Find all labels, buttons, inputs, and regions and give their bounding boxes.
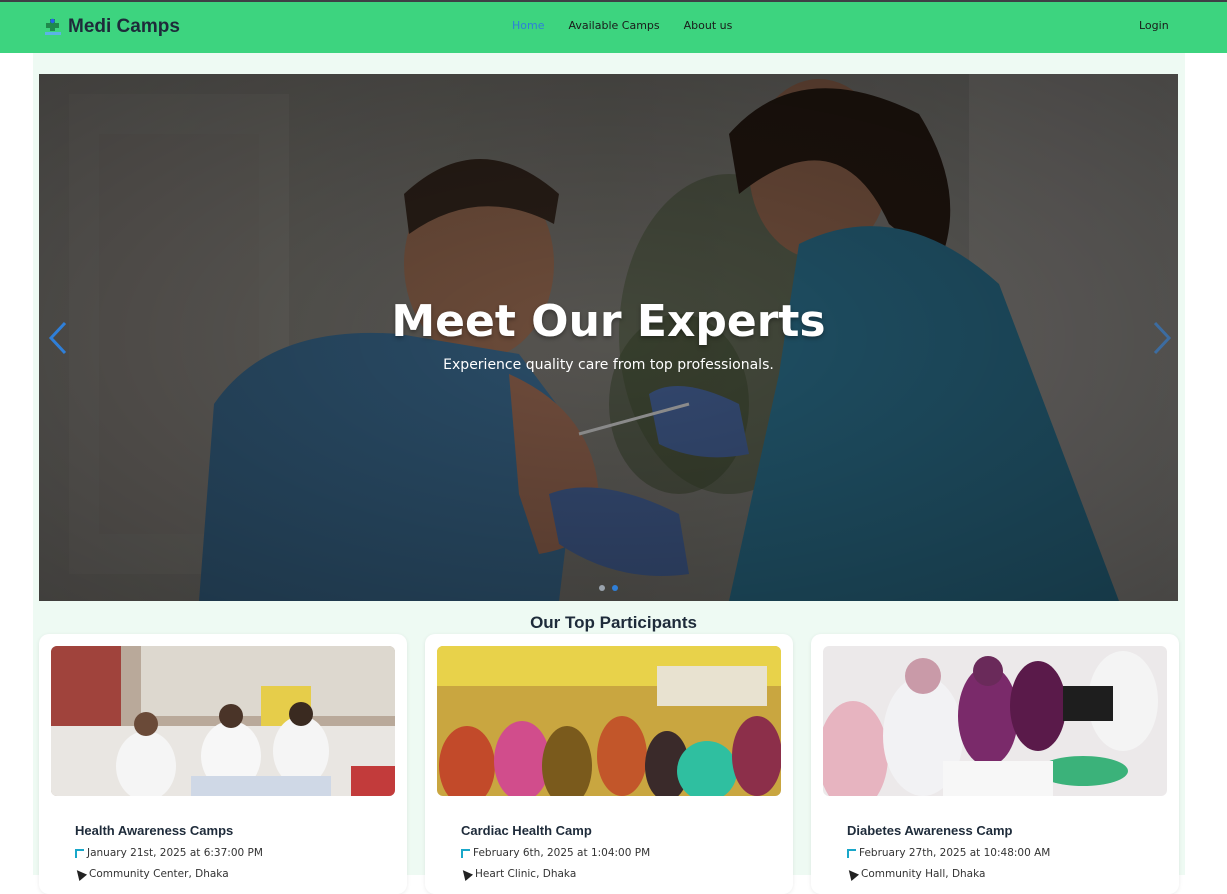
location-icon <box>72 866 88 882</box>
camp-date-text: February 6th, 2025 at 1:04:00 PM <box>473 847 651 859</box>
camp-image <box>823 646 1167 796</box>
camp-card[interactable]: Cardiac Health Camp February 6th, 2025 a… <box>425 634 793 894</box>
camp-image <box>437 646 781 796</box>
camp-location: Community Center, Dhaka <box>72 866 229 882</box>
nav-link-about-us[interactable]: About us <box>684 19 733 32</box>
camp-image <box>51 646 395 796</box>
hero-subtitle: Experience quality care from top profess… <box>443 357 774 373</box>
camp-location: Community Hall, Dhaka <box>844 866 986 882</box>
nav-links: Home Available Camps About us <box>512 19 732 32</box>
calendar-icon <box>847 848 856 858</box>
carousel-dot-2[interactable] <box>612 585 618 591</box>
brand-name: Medi Camps <box>68 16 180 37</box>
camp-title: Health Awareness Camps <box>75 823 234 838</box>
camp-location-text: Heart Clinic, Dhaka <box>475 868 577 880</box>
nav-link-home[interactable]: Home <box>512 19 544 32</box>
calendar-icon <box>461 848 470 858</box>
login-link[interactable]: Login <box>1139 19 1169 32</box>
camp-location: Heart Clinic, Dhaka <box>458 866 577 882</box>
navbar: Medi Camps Home Available Camps About us… <box>0 2 1227 53</box>
location-icon <box>458 866 474 882</box>
camp-date: February 6th, 2025 at 1:04:00 PM <box>461 847 650 859</box>
section-title: Our Top Participants <box>530 613 697 632</box>
camp-card[interactable]: Health Awareness Camps January 21st, 202… <box>39 634 407 894</box>
carousel-dot-1[interactable] <box>599 585 605 591</box>
hero-carousel: Meet Our Experts Experience quality care… <box>39 74 1178 601</box>
location-icon <box>844 866 860 882</box>
camp-date: February 27th, 2025 at 10:48:00 AM <box>847 847 1050 859</box>
hero-title: Meet Our Experts <box>391 296 826 347</box>
nav-link-available-camps[interactable]: Available Camps <box>568 19 659 32</box>
medical-logo-icon <box>44 17 62 37</box>
chevron-right-icon[interactable] <box>1149 320 1175 356</box>
camp-card[interactable]: Diabetes Awareness Camp February 27th, 2… <box>811 634 1179 894</box>
chevron-left-icon[interactable] <box>45 320 71 356</box>
camp-title: Diabetes Awareness Camp <box>847 823 1013 838</box>
camp-date-text: February 27th, 2025 at 10:48:00 AM <box>859 847 1051 859</box>
calendar-icon <box>75 848 84 858</box>
camp-date-text: January 21st, 2025 at 6:37:00 PM <box>87 847 263 859</box>
camp-date: January 21st, 2025 at 6:37:00 PM <box>75 847 263 859</box>
camp-title: Cardiac Health Camp <box>461 823 592 838</box>
brand[interactable]: Medi Camps <box>44 16 180 38</box>
camp-location-text: Community Hall, Dhaka <box>861 868 986 880</box>
camp-location-text: Community Center, Dhaka <box>89 868 229 880</box>
